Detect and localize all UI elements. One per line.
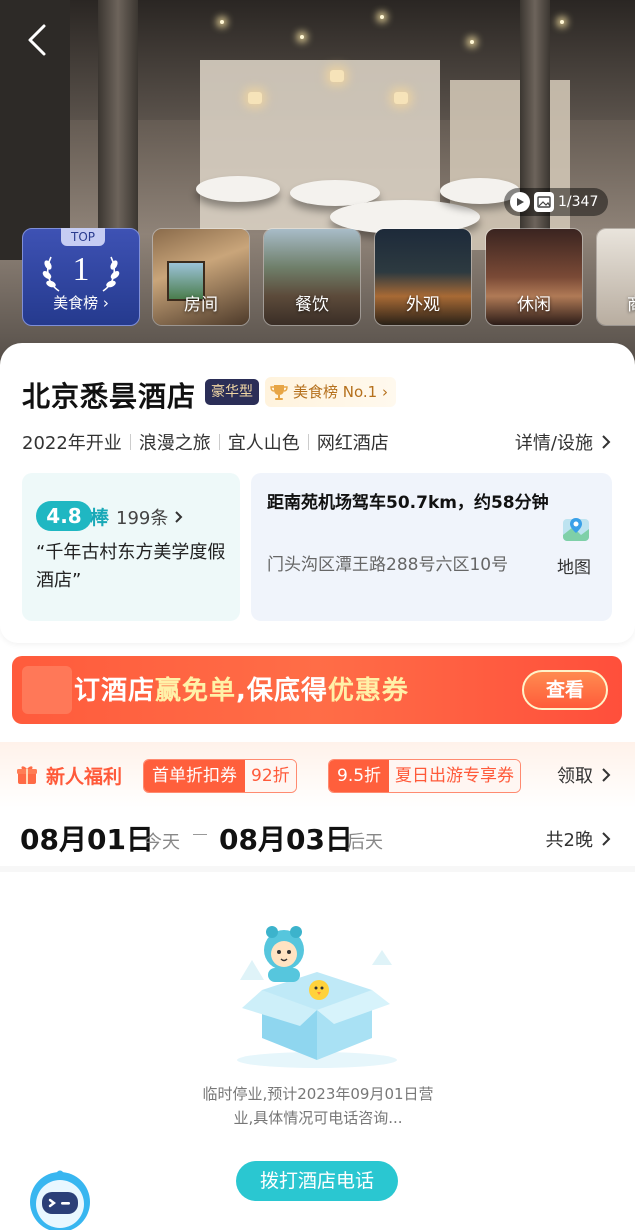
date-range-dash — [193, 834, 207, 835]
hotel-name: 北京悉昙酒店 — [22, 380, 197, 413]
chevron-right-icon — [602, 435, 611, 449]
gift-icon — [17, 766, 37, 784]
chevron-left-icon — [28, 24, 46, 56]
hero-photo-light — [300, 35, 304, 39]
map-label[interactable]: 地图 — [557, 553, 591, 578]
trophy-icon — [270, 385, 288, 400]
rank-label: 美食榜 › — [53, 294, 109, 312]
thumb-label: 外观 — [406, 295, 440, 315]
chevron-right-icon — [602, 768, 611, 782]
hotel-tag: 网红酒店 — [316, 433, 389, 454]
checkin-date[interactable]: 08月01日 — [20, 818, 154, 858]
new-user-title: 新人福利 — [46, 766, 123, 788]
promo-view-button[interactable]: 查看 — [522, 670, 608, 710]
hero-photo-lamp — [248, 92, 262, 104]
rating-score: 4.8 — [36, 501, 92, 531]
hotel-level-badge: 豪华型 — [205, 379, 259, 405]
rating-box[interactable]: 4.8 棒 199条 “千年古村东方美学度假酒店” — [22, 473, 240, 621]
nights-count[interactable]: 共2晚 — [546, 826, 611, 852]
map-pin-icon[interactable] — [561, 515, 591, 545]
thumb-label: 房间 — [184, 295, 218, 315]
call-hotel-button[interactable]: 拨打酒店电话 — [236, 1161, 398, 1201]
hotel-tag: 浪漫之旅 — [138, 433, 211, 454]
media-counter[interactable]: 1/347 — [504, 188, 609, 216]
claim-coupons-link[interactable]: 领取 — [557, 762, 611, 788]
hero-photo-light — [470, 40, 474, 44]
coupon-summer-travel[interactable]: 9.5折 夏日出游专享券 — [328, 759, 522, 793]
new-user-benefits[interactable]: 新人福利 首单折扣券 92折 9.5折 夏日出游专享券 领取 — [0, 742, 635, 808]
chevron-right-icon — [175, 511, 183, 523]
location-box[interactable]: 距南苑机场驾车50.7km，约58分钟 门头沟区潭王路288号六区10号 地图 — [251, 473, 612, 621]
checkin-day: 今天 — [144, 832, 180, 853]
tag-divider — [129, 434, 131, 450]
hero-photo-light — [560, 20, 564, 24]
promo-text-a: 订酒店 — [74, 676, 156, 706]
rank-top-tag: TOP — [61, 228, 105, 246]
hotel-tag: 宜人山色 — [227, 433, 300, 454]
promo-text-d: 优惠券 — [327, 676, 409, 706]
assistant-robot-icon[interactable] — [24, 1168, 96, 1230]
review-count: 199条 — [116, 508, 169, 529]
thumb-leisure[interactable]: 休闲 — [485, 228, 583, 326]
claim-label: 领取 — [557, 766, 593, 787]
hero-photo-pillar — [520, 0, 550, 260]
coupon-value: 92折 — [245, 760, 296, 792]
checkout-day: 后天 — [347, 832, 383, 853]
checkout-date[interactable]: 08月03日 — [219, 818, 353, 858]
nights-label: 共2晚 — [545, 830, 593, 851]
coupon-value: 夏日出游专享券 — [389, 760, 521, 792]
promo-text-b: 赢免单 — [155, 676, 237, 706]
hero-photo-lamp — [330, 70, 344, 82]
review-quote: “千年古村东方美学度假酒店” — [36, 542, 226, 591]
hero-photo-pillar — [98, 0, 138, 260]
review-count-link[interactable]: 199条 — [116, 504, 183, 530]
hotel-tag: 2022年开业 — [22, 433, 122, 454]
hero-gallery[interactable]: 1/347 TOP 1 美食榜 › 房间 餐饮 外观 休闲 — [0, 0, 635, 390]
details-facilities-label: 详情/设施 — [514, 433, 593, 454]
thumb-label: 休闲 — [517, 295, 551, 315]
coupon-name: 9.5折 — [329, 760, 390, 792]
hotel-info-card: 北京悉昙酒店 豪华型 美食榜 No.1 › 2022年开业 浪漫之旅 宜人山色 … — [0, 343, 635, 643]
chevron-right-icon — [602, 832, 611, 846]
thumb-business[interactable]: 商 — [596, 228, 635, 326]
closure-notice: 临时停业,预计2023年09月01日营业,具体情况可电话咨询... — [202, 1085, 434, 1127]
date-selector[interactable]: 08月01日 今天 08月03日 后天 共2晚 — [0, 808, 635, 868]
section-divider — [0, 866, 635, 872]
image-icon — [534, 192, 554, 212]
media-count-text: 1/347 — [558, 194, 599, 210]
thumb-rooms[interactable]: 房间 — [152, 228, 250, 326]
thumb-exterior[interactable]: 外观 — [374, 228, 472, 326]
thumb-label: 餐饮 — [295, 295, 329, 315]
airport-distance: 距南苑机场驾车50.7km，约58分钟 — [267, 493, 549, 513]
empty-box-illustration — [237, 926, 397, 1068]
gift-box-icon — [22, 666, 72, 714]
promo-banner[interactable]: 订酒店赢免单,保底得优惠券 查看 — [12, 656, 622, 724]
hero-photo-table — [196, 176, 280, 202]
hero-photo-light — [220, 20, 224, 24]
play-icon — [510, 192, 530, 212]
back-button[interactable] — [20, 20, 54, 60]
details-facilities-link[interactable]: 详情/设施 — [515, 429, 611, 455]
food-ranking-badge-text: 美食榜 No.1 › — [293, 383, 388, 401]
promo-text: 订酒店赢免单,保底得优惠券 — [74, 670, 409, 707]
coupon-name: 首单折扣券 — [144, 760, 245, 792]
laurel-right-icon — [102, 256, 120, 292]
rating-word: 棒 — [90, 507, 110, 529]
hero-photo-light — [380, 15, 384, 19]
tag-divider — [218, 434, 220, 450]
tag-divider — [307, 434, 309, 450]
thumb-dining[interactable]: 餐饮 — [263, 228, 361, 326]
rank-number: 1 — [72, 251, 90, 288]
food-ranking-card[interactable]: TOP 1 美食榜 › — [22, 228, 140, 326]
hotel-address: 门头沟区潭王路288号六区10号 — [267, 555, 509, 575]
hero-photo-lamp — [394, 92, 408, 104]
food-ranking-badge[interactable]: 美食榜 No.1 › — [265, 377, 396, 407]
coupon-first-order[interactable]: 首单折扣券 92折 — [143, 759, 297, 793]
promo-text-c: ,保底得 — [236, 676, 328, 706]
hotel-tags: 2022年开业 浪漫之旅 宜人山色 网红酒店 — [22, 429, 389, 455]
thumb-label: 商 — [597, 290, 635, 315]
